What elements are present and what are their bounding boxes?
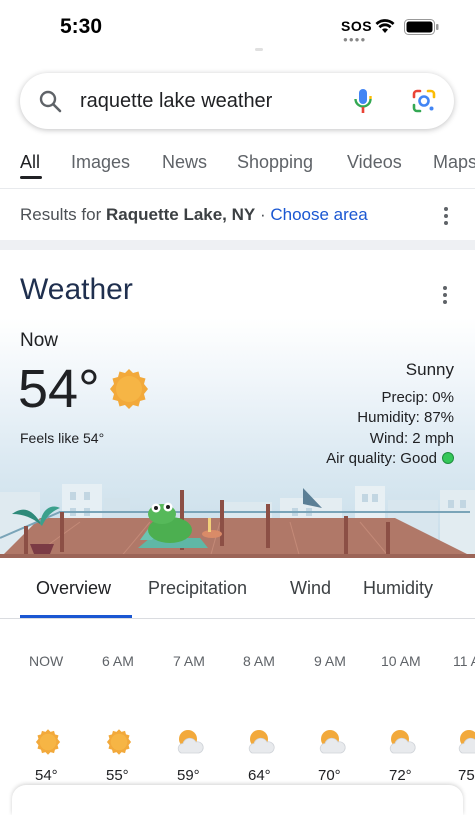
divider bbox=[0, 188, 475, 189]
weather-subtabs: Overview Precipitation Wind Humidity bbox=[0, 560, 475, 620]
humidity-value: Humidity: 87% bbox=[357, 409, 454, 426]
hour-time: 10 AM bbox=[381, 653, 421, 669]
weather-more-options-icon[interactable] bbox=[443, 286, 447, 307]
tab-images[interactable]: Images bbox=[71, 152, 130, 173]
search-input[interactable] bbox=[80, 87, 340, 115]
hour-temperature: 75° bbox=[458, 767, 475, 784]
tab-videos[interactable]: Videos bbox=[347, 152, 402, 173]
partly-cloudy-icon bbox=[177, 730, 204, 754]
weather-title: Weather bbox=[20, 273, 133, 306]
sun-icon bbox=[110, 369, 148, 409]
battery-icon bbox=[404, 19, 439, 35]
search-box[interactable] bbox=[20, 73, 454, 129]
air-quality-row: Air quality: Good bbox=[326, 450, 454, 467]
search-icon[interactable] bbox=[38, 89, 62, 113]
results-location: Raquette Lake, NY bbox=[105, 205, 256, 224]
hour-time: 9 AM bbox=[314, 653, 346, 669]
results-for-line: Results for Raquette Lake, NY · Choose a… bbox=[20, 205, 368, 225]
status-time: 5:30 bbox=[60, 15, 103, 38]
tab-overview[interactable]: Overview bbox=[36, 578, 111, 599]
air-quality-indicator-icon bbox=[442, 452, 454, 464]
tab-wind[interactable]: Wind bbox=[290, 578, 331, 599]
tab-humidity[interactable]: Humidity bbox=[363, 578, 433, 599]
precipitation-value: Precip: 0% bbox=[381, 389, 454, 406]
partly-cloudy-icon bbox=[458, 730, 475, 754]
hour-temperature: 59° bbox=[177, 767, 200, 784]
hour-temperature: 64° bbox=[248, 767, 271, 784]
sun-icon bbox=[35, 729, 61, 755]
weather-illustration bbox=[0, 484, 475, 558]
results-more-options-icon[interactable] bbox=[444, 207, 448, 228]
hour-temperature: 55° bbox=[106, 767, 129, 784]
wind-value: Wind: 2 mph bbox=[369, 430, 454, 447]
feels-like: Feels like 54° bbox=[20, 430, 105, 446]
choose-area-link[interactable]: Choose area bbox=[270, 205, 367, 224]
hour-temperature: 70° bbox=[318, 767, 341, 784]
divider bbox=[0, 618, 475, 619]
tab-precipitation[interactable]: Precipitation bbox=[148, 578, 247, 599]
hour-time: 8 AM bbox=[243, 653, 275, 669]
google-lens-icon[interactable] bbox=[411, 88, 437, 114]
pull-indicator bbox=[255, 48, 263, 51]
hour-time: NOW bbox=[29, 653, 64, 669]
section-separator bbox=[0, 240, 475, 250]
partly-cloudy-icon bbox=[389, 730, 416, 754]
results-separator: · bbox=[255, 205, 271, 224]
hour-time: 7 AM bbox=[173, 653, 205, 669]
signal-dots: ●●●● bbox=[343, 35, 367, 44]
bottom-sheet[interactable] bbox=[12, 785, 463, 815]
partly-cloudy-icon bbox=[248, 730, 275, 754]
hour-time: 11 AM bbox=[453, 653, 475, 669]
wifi-icon bbox=[375, 19, 395, 33]
weather-condition: Sunny bbox=[405, 360, 454, 379]
hour-time: 6 AM bbox=[102, 653, 134, 669]
carrier-label: SOS bbox=[341, 18, 373, 34]
tab-shopping[interactable]: Shopping bbox=[237, 152, 313, 173]
microphone-icon[interactable] bbox=[353, 87, 373, 115]
active-tab-indicator bbox=[20, 176, 42, 179]
status-bar: 5:30 SOS ●●●● bbox=[0, 0, 475, 52]
partly-cloudy-icon bbox=[319, 730, 346, 754]
now-label: Now bbox=[20, 330, 59, 351]
hour-temperature: 54° bbox=[35, 767, 58, 784]
air-quality-value: Air quality: Good bbox=[326, 450, 437, 467]
current-temperature: 54° bbox=[18, 359, 100, 419]
tab-news[interactable]: News bbox=[162, 152, 207, 173]
sun-icon bbox=[106, 729, 132, 755]
tab-all[interactable]: All bbox=[20, 152, 40, 173]
hour-temperature: 72° bbox=[389, 767, 412, 784]
results-for-prefix: Results for bbox=[20, 205, 106, 224]
tab-maps[interactable]: Maps bbox=[433, 152, 475, 173]
search-tabs: All Images News Shopping Videos Maps bbox=[0, 148, 475, 188]
